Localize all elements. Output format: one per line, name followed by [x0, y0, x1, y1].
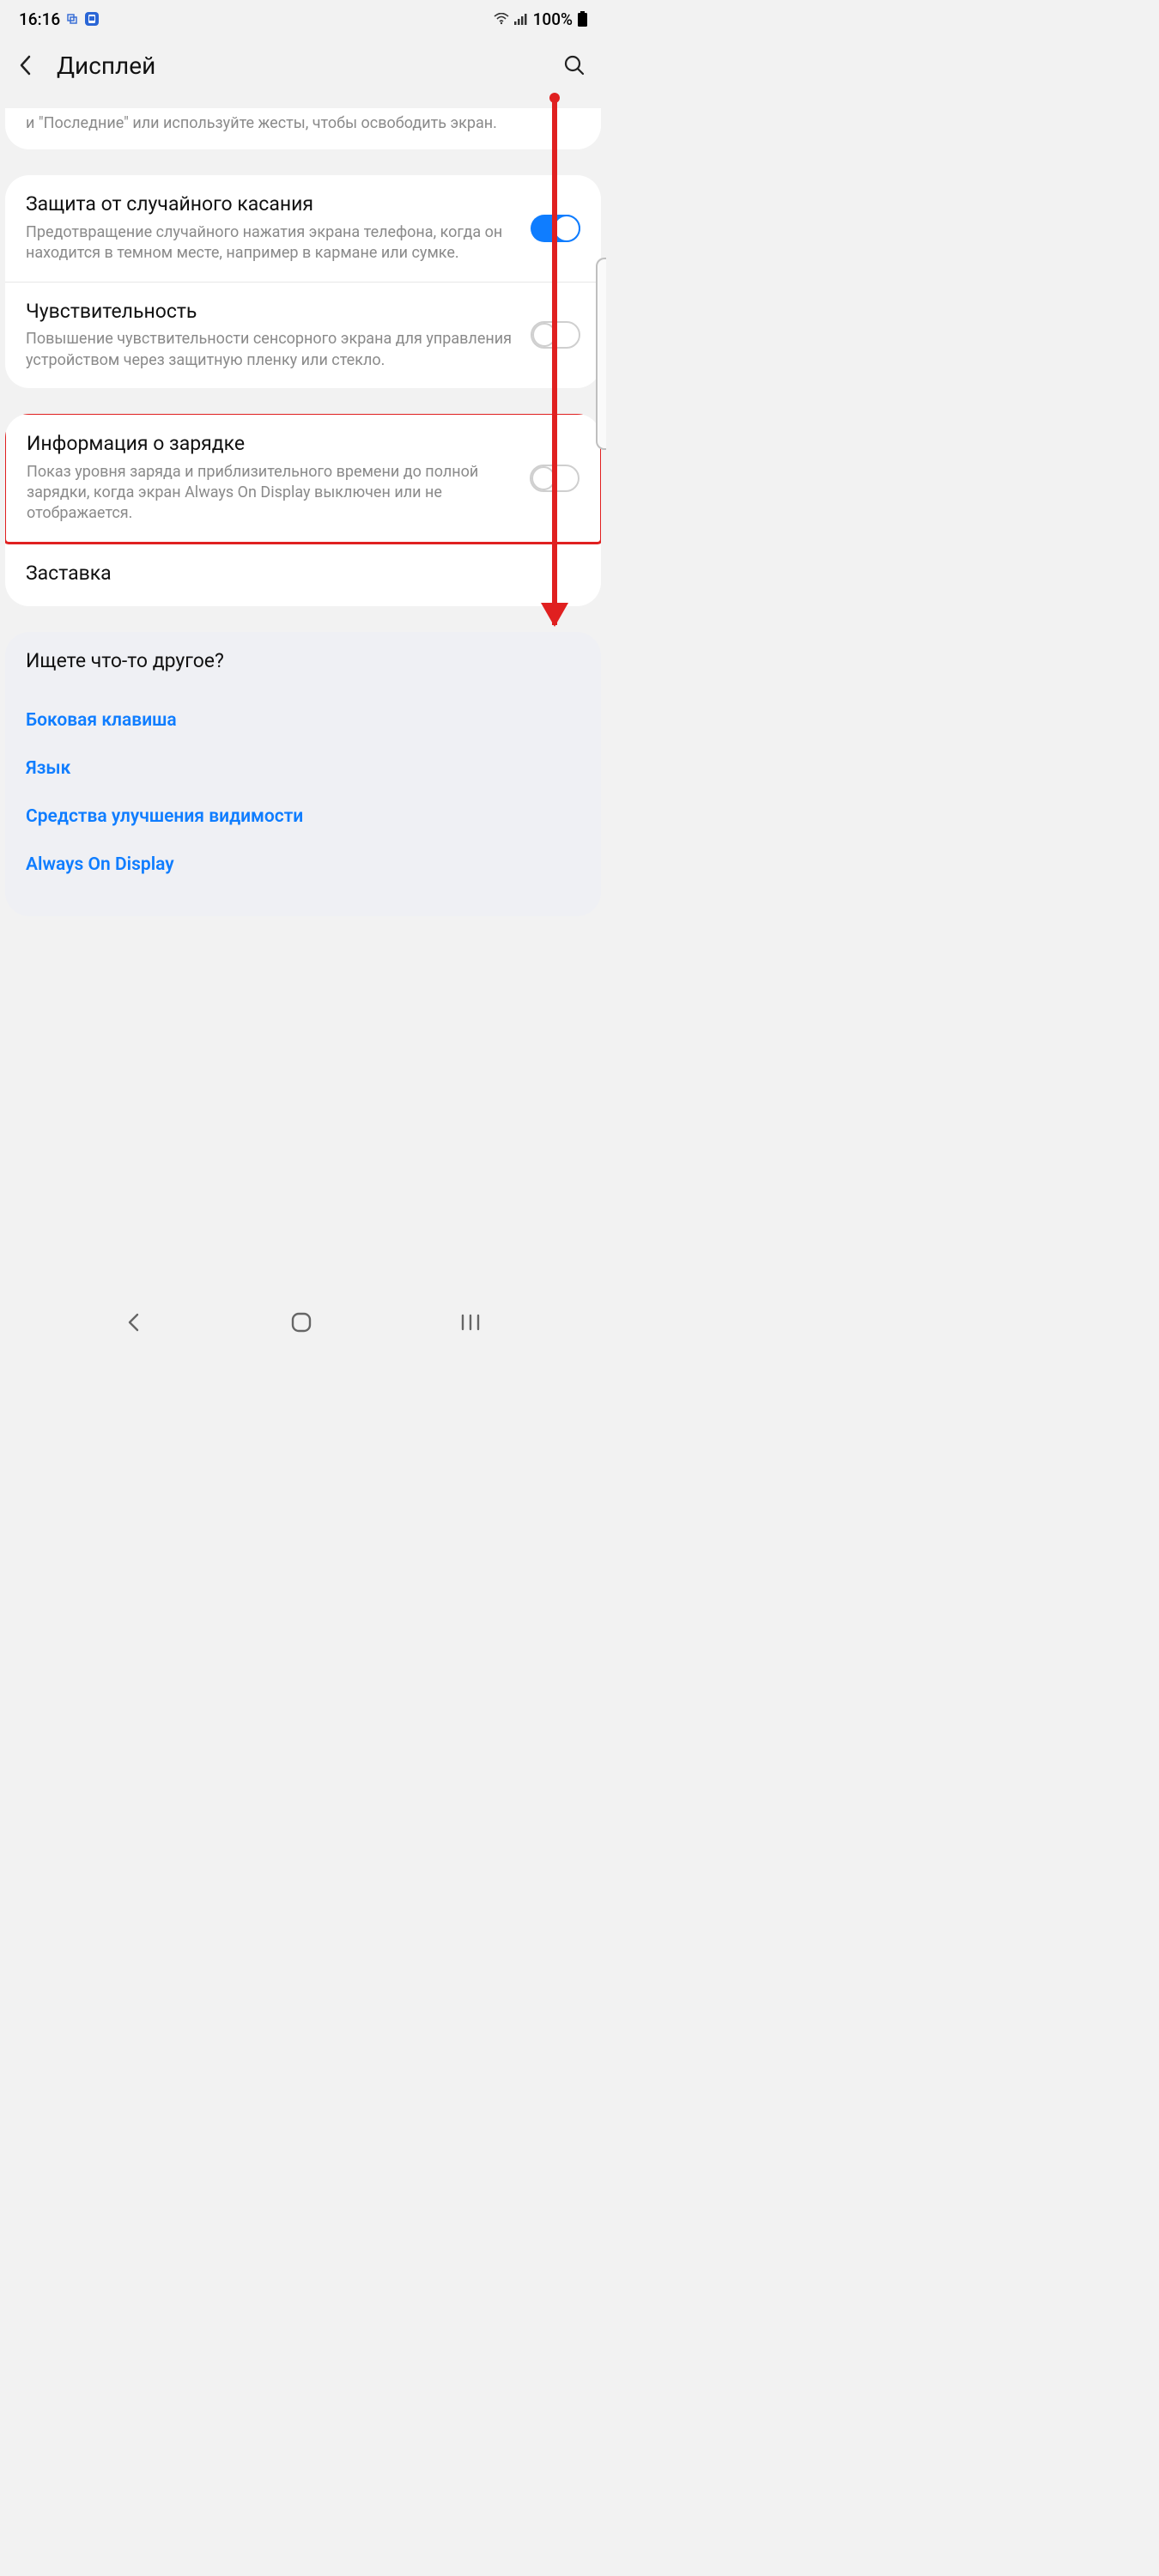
sensitivity-title: Чувствительность	[26, 300, 517, 325]
page-title: Дисплей	[57, 52, 155, 80]
status-right: 100%	[494, 9, 587, 29]
link-visibility-enhancements[interactable]: Средства улучшения видимости	[26, 793, 580, 841]
setting-screensaver[interactable]: Заставка	[5, 544, 601, 604]
status-left: 16:16	[19, 9, 100, 29]
link-always-on-display[interactable]: Always On Display	[26, 841, 580, 889]
setting-accidental-touch[interactable]: Защита от случайного касания Предотвраще…	[5, 175, 601, 281]
nav-back-button[interactable]	[125, 1312, 143, 1333]
system-nav-bar	[0, 1298, 606, 1346]
battery-pct: 100%	[533, 9, 573, 29]
card-nav-gestures-truncated[interactable]: и "Последние" или используйте жесты, что…	[5, 108, 601, 149]
search-button[interactable]	[563, 54, 586, 76]
accidental-touch-desc: Предотвращение случайного нажатия экрана…	[26, 222, 517, 264]
sensitivity-desc: Повышение чувствительности сенсорного эк…	[26, 329, 517, 371]
card-touch-settings: Защита от случайного касания Предотвраще…	[5, 175, 601, 388]
link-language[interactable]: Язык	[26, 744, 580, 793]
content-area: и "Последние" или используйте жесты, что…	[0, 108, 606, 916]
phone-link-icon	[84, 11, 100, 27]
related-heading: Ищете что-то другое?	[26, 649, 580, 672]
link-side-key[interactable]: Боковая клавиша	[26, 696, 580, 744]
app-indicator-icon	[67, 14, 77, 24]
battery-icon	[578, 11, 587, 27]
charging-info-toggle[interactable]	[530, 465, 580, 492]
accidental-touch-title: Защита от случайного касания	[26, 192, 517, 217]
app-header: Дисплей	[0, 38, 606, 93]
sensitivity-toggle[interactable]	[531, 321, 580, 349]
highlight-annotation: Информация о зарядке Показ уровня заряда…	[5, 414, 601, 544]
charging-info-desc: Показ уровня заряда и приблизительного в…	[27, 462, 516, 525]
accidental-touch-toggle[interactable]	[531, 215, 580, 242]
screensaver-title: Заставка	[26, 562, 112, 586]
scrollbar[interactable]	[596, 258, 606, 450]
nav-home-button[interactable]	[290, 1311, 313, 1334]
setting-charging-info[interactable]: Информация о зарядке Показ уровня заряда…	[6, 415, 600, 542]
clock: 16:16	[19, 9, 60, 29]
truncated-setting: и "Последние" или используйте жесты, что…	[5, 108, 601, 149]
back-button[interactable]	[19, 55, 33, 76]
setting-sensitivity[interactable]: Чувствительность Повышение чувствительно…	[5, 282, 601, 388]
wifi-icon	[494, 13, 509, 25]
phone-screen: 16:16 100% Дисплей	[0, 0, 606, 1346]
card-related-links: Ищете что-то другое? Боковая клавиша Язы…	[5, 632, 601, 916]
truncated-desc: и "Последние" или используйте жесты, что…	[26, 113, 580, 134]
status-bar: 16:16 100%	[0, 0, 606, 38]
card-charging-screensaver: Информация о зарядке Показ уровня заряда…	[5, 414, 601, 606]
signal-icon	[514, 13, 528, 25]
nav-recents-button[interactable]	[460, 1314, 481, 1331]
charging-info-title: Информация о зарядке	[27, 432, 516, 457]
